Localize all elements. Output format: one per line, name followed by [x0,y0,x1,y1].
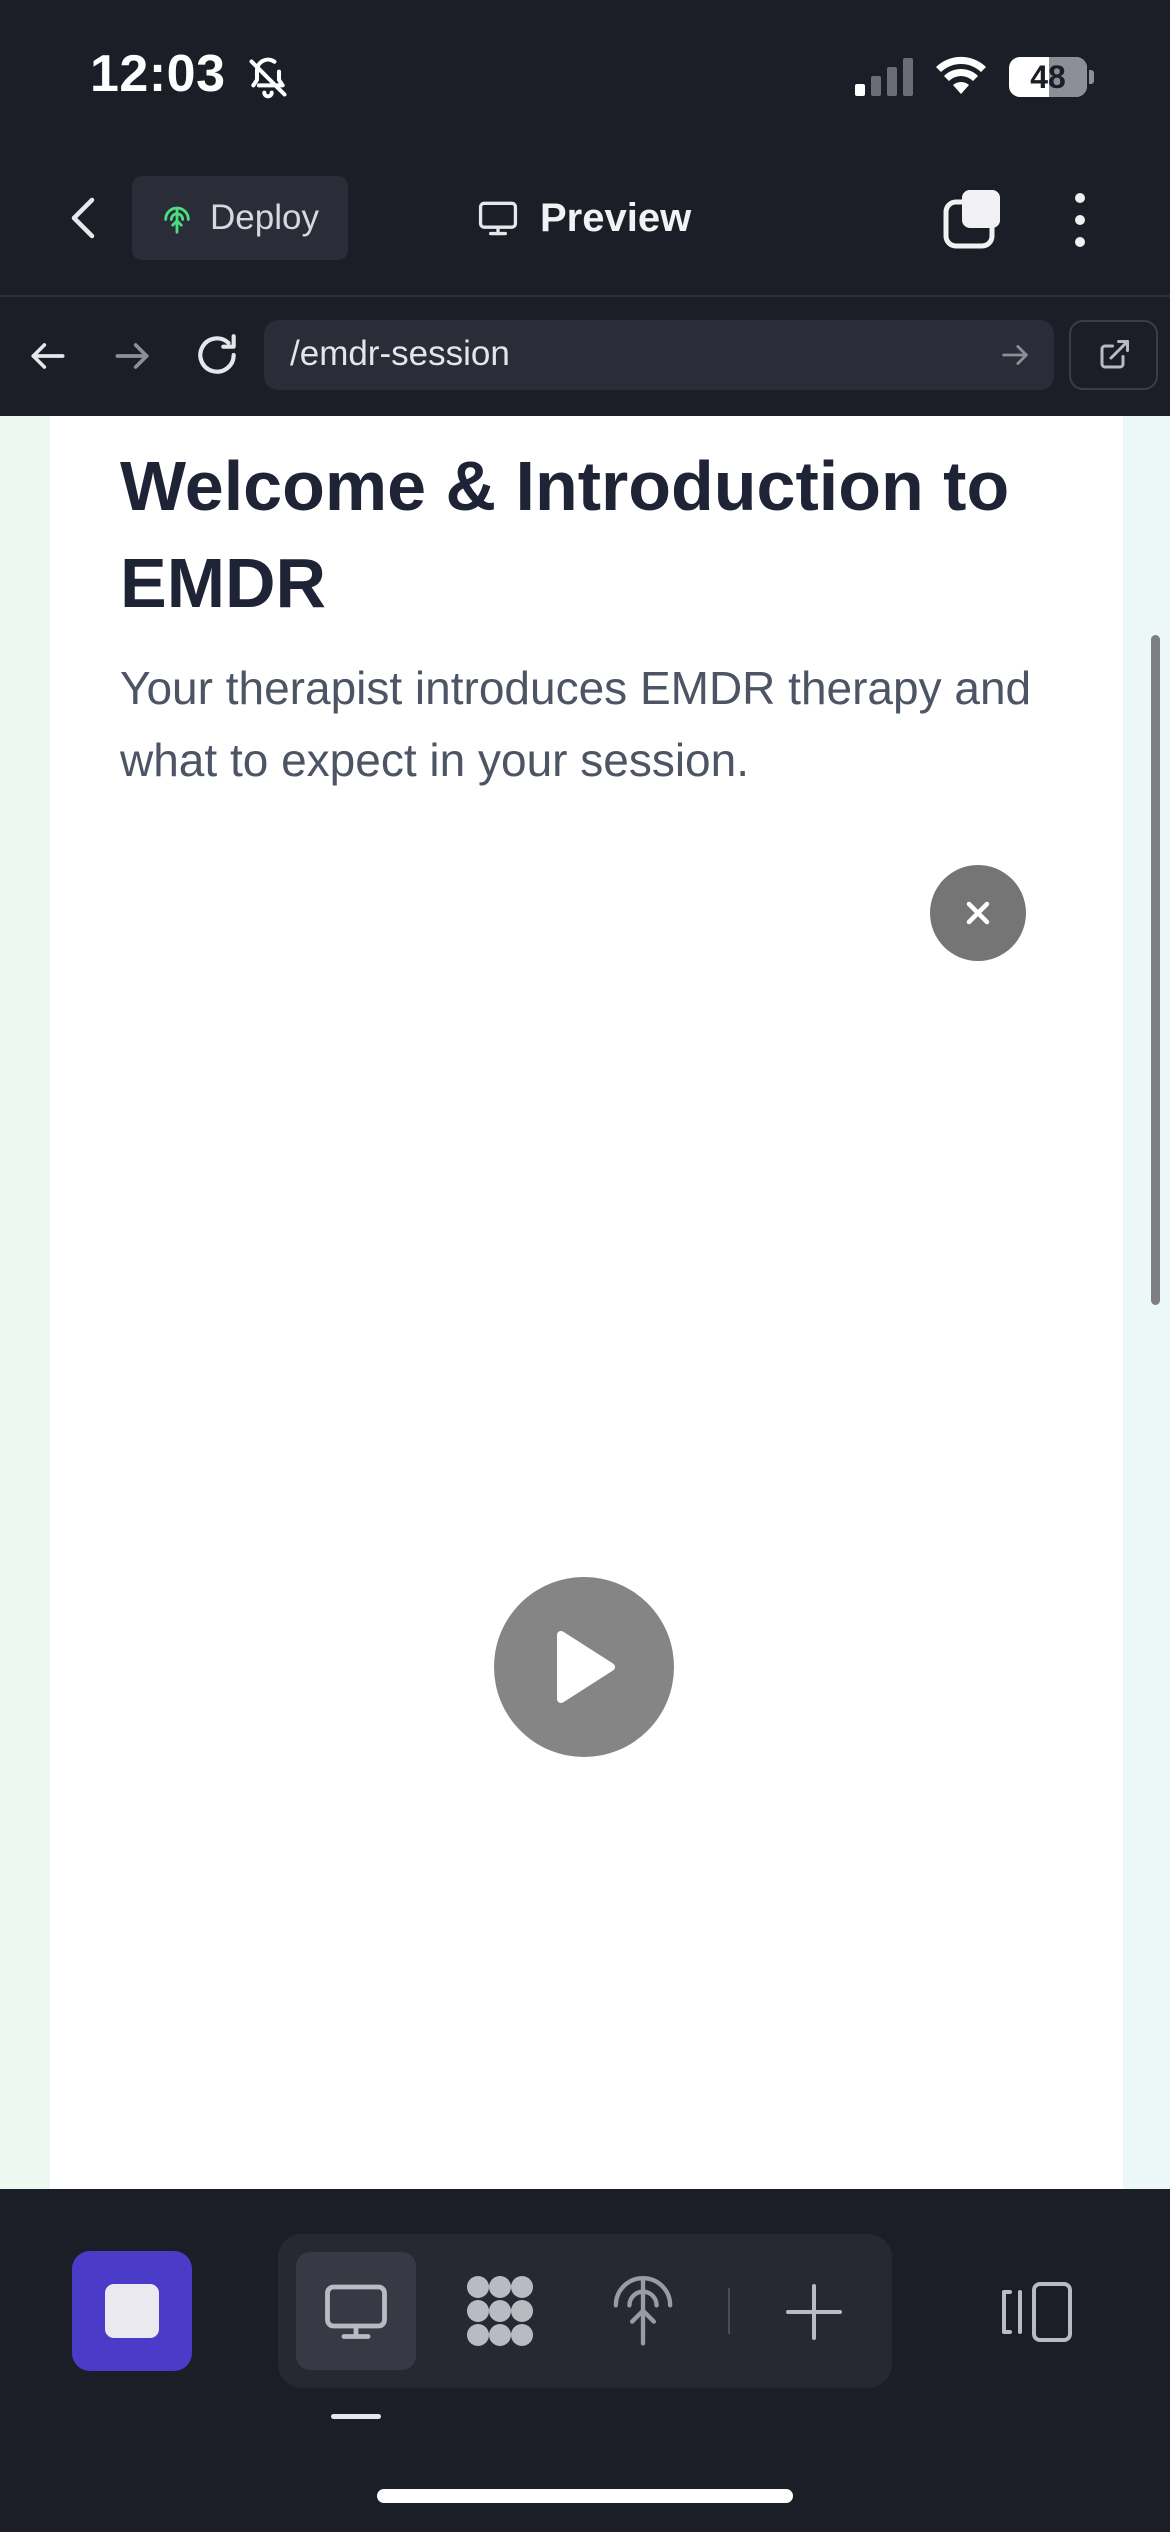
stop-button[interactable] [72,2251,192,2371]
url-text: /emdr-session [290,334,510,373]
arrow-left-icon [31,343,65,369]
page-background-right [1123,416,1170,2189]
reload-icon [198,334,236,374]
scrollbar-thumb[interactable] [1151,635,1160,1305]
close-icon [966,901,990,925]
panels-icon [1002,2282,1072,2342]
more-button[interactable] [1066,190,1094,250]
home-indicator[interactable] [377,2489,793,2503]
url-go-button[interactable] [998,338,1032,372]
preview-title[interactable]: Preview [476,190,691,246]
arrow-right-icon [115,343,149,369]
page-title: Welcome & Introduction to EMDR [120,447,1010,622]
arrow-right-icon [1002,345,1028,365]
tabs-button[interactable] [942,188,1006,250]
tool-modules-button[interactable] [462,2273,538,2349]
tool-add-button[interactable] [786,2284,842,2340]
play-icon [557,1631,615,1703]
cellular-signal-icon [855,58,915,96]
preview-label: Preview [540,195,692,240]
deploy-tree-icon [613,2275,673,2346]
browser-back-button[interactable] [26,334,70,378]
more-vertical-icon [1075,193,1085,247]
back-button[interactable] [60,190,110,246]
monitor-icon [320,2275,392,2347]
browser-forward-button[interactable] [110,334,154,378]
status-time: 12:03 [90,45,226,103]
bell-slash-icon [246,56,290,100]
status-bar: 12:03 48 [0,0,1170,155]
battery-nub [1089,70,1094,84]
tool-deploy-button[interactable] [610,2270,676,2346]
nav-divider [0,295,1170,297]
open-external-button[interactable] [1069,320,1158,390]
stop-icon [105,2284,159,2338]
page-subtitle: Your therapist introduces EMDR therapy a… [120,662,1032,786]
deploy-label: Deploy [210,198,319,237]
plus-icon [786,2284,842,2340]
battery-level: 48 [1030,59,1066,95]
active-tool-indicator [331,2414,381,2419]
play-video-button[interactable] [494,1577,674,1757]
battery-icon: 48 [1009,57,1087,97]
tabs-icon [943,190,1000,249]
deploy-button[interactable]: Deploy [132,176,348,260]
deploy-tree-icon [160,201,194,235]
wifi-icon [935,56,987,96]
panels-button[interactable] [1000,2280,1074,2344]
external-link-icon [1100,340,1129,369]
close-video-button[interactable] [930,865,1026,961]
modules-icon [467,2276,533,2346]
tool-separator [728,2288,730,2334]
reload-button[interactable] [192,330,242,380]
chevron-left-icon [71,197,95,239]
monitor-icon [476,196,520,240]
